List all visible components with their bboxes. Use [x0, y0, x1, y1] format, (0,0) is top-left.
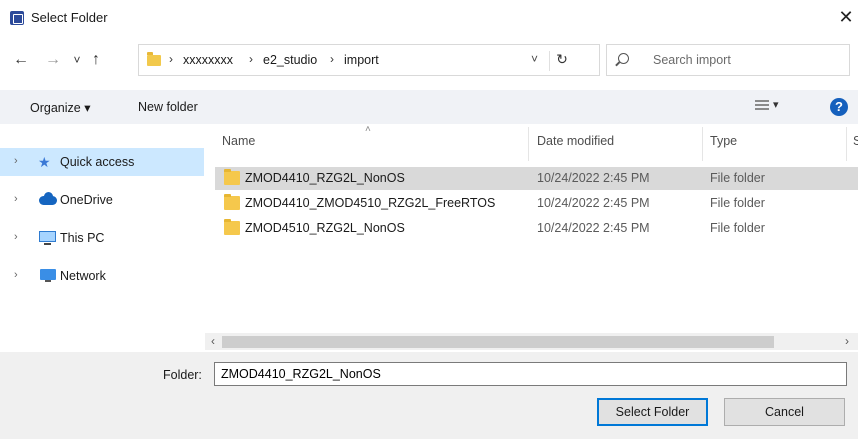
file-row[interactable]: ZMOD4410_ZMOD4510_RZG2L_FreeRTOS 10/24/2…	[215, 192, 858, 215]
folder-icon	[224, 194, 240, 210]
file-row[interactable]: ZMOD4510_RZG2L_NonOS 10/24/2022 2:45 PM …	[215, 217, 858, 240]
new-folder-button[interactable]: New folder	[138, 100, 198, 114]
up-button[interactable]: ↑	[87, 50, 105, 70]
column-header-size[interactable]: S	[853, 134, 858, 148]
search-placeholder[interactable]: Search import	[653, 53, 731, 67]
breadcrumb-separator[interactable]: ›	[249, 52, 253, 66]
column-divider[interactable]	[846, 127, 847, 161]
column-divider[interactable]	[528, 127, 529, 161]
footer-panel: Folder: Select Folder Cancel	[0, 352, 858, 439]
search-box[interactable]: Search import	[606, 44, 850, 76]
breadcrumb-separator[interactable]: ›	[330, 52, 334, 66]
column-header-date-modified[interactable]: Date modified	[537, 134, 614, 148]
address-bar[interactable]: › xxxxxxxx › e2_studio › import ˅ ↻	[138, 44, 600, 76]
cloud-icon	[39, 192, 57, 205]
scroll-right-button[interactable]: ›	[845, 333, 849, 350]
column-header-type[interactable]: Type	[710, 134, 737, 148]
search-icon	[618, 53, 629, 64]
scroll-thumb[interactable]	[222, 336, 774, 348]
forward-button[interactable]: →	[44, 50, 62, 70]
file-date-modified: 10/24/2022 2:45 PM	[537, 221, 650, 235]
star-icon: ★	[38, 154, 51, 170]
file-name: ZMOD4410_ZMOD4510_RZG2L_FreeRTOS	[245, 196, 496, 210]
cancel-button[interactable]: Cancel	[724, 398, 845, 426]
folder-icon	[224, 169, 240, 185]
file-name: ZMOD4510_RZG2L_NonOS	[245, 221, 405, 235]
toolbar: Organize ▾ New folder ▾ ?	[0, 90, 858, 124]
breadcrumb-import[interactable]: import	[344, 53, 379, 67]
organize-menu[interactable]: Organize ▾	[30, 100, 90, 115]
sidebar-item-onedrive[interactable]: › OneDrive	[0, 186, 204, 214]
chevron-right-icon[interactable]: ›	[14, 269, 18, 281]
view-options-icon[interactable]	[755, 99, 769, 112]
refresh-button[interactable]: ↻	[549, 51, 574, 71]
sort-ascending-icon: ˄	[365, 124, 371, 135]
sidebar-item-label: This PC	[60, 231, 105, 245]
chevron-right-icon[interactable]: ›	[14, 155, 18, 167]
computer-icon	[39, 231, 56, 245]
select-folder-button[interactable]: Select Folder	[597, 398, 708, 426]
folder-icon	[147, 52, 161, 66]
folder-name-input[interactable]	[214, 362, 847, 386]
app-icon	[10, 11, 24, 25]
back-button[interactable]: ←	[12, 50, 30, 70]
sidebar-item-label: OneDrive	[60, 193, 113, 207]
recent-locations-button[interactable]: ˅	[68, 50, 86, 70]
column-header-name[interactable]: Name	[222, 134, 255, 148]
file-type: File folder	[710, 171, 765, 185]
file-type: File folder	[710, 221, 765, 235]
breadcrumb-separator: ›	[169, 52, 173, 66]
chevron-right-icon[interactable]: ›	[14, 193, 18, 205]
scroll-left-button[interactable]: ‹	[205, 333, 221, 350]
breadcrumb-xxxxxxxx[interactable]: xxxxxxxx	[183, 53, 233, 67]
navigation-pane: › ★ Quick access › OneDrive › This PC › …	[0, 124, 205, 352]
address-dropdown-button[interactable]: ˅	[531, 52, 538, 66]
file-date-modified: 10/24/2022 2:45 PM	[537, 171, 650, 185]
horizontal-scrollbar[interactable]: ‹ ›	[205, 333, 858, 350]
file-name: ZMOD4410_RZG2L_NonOS	[245, 171, 405, 185]
view-options-dropdown[interactable]: ▾	[773, 98, 779, 111]
help-icon[interactable]: ?	[830, 98, 848, 116]
sidebar-item-this-pc[interactable]: › This PC	[0, 224, 204, 252]
window-title: Select Folder	[31, 10, 108, 25]
file-type: File folder	[710, 196, 765, 210]
sidebar-item-quick-access[interactable]: › ★ Quick access	[0, 148, 204, 176]
chevron-right-icon[interactable]: ›	[14, 231, 18, 243]
sidebar-item-network[interactable]: › Network	[0, 262, 204, 290]
title-bar: Select Folder ✕	[0, 0, 858, 34]
file-row[interactable]: ZMOD4410_RZG2L_NonOS 10/24/2022 2:45 PM …	[215, 167, 858, 190]
sidebar-item-label: Network	[60, 269, 106, 283]
sidebar-item-label: Quick access	[60, 155, 135, 169]
folder-icon	[224, 219, 240, 235]
folder-label: Folder:	[163, 368, 202, 382]
breadcrumb-e2-studio[interactable]: e2_studio	[263, 53, 317, 67]
file-date-modified: 10/24/2022 2:45 PM	[537, 196, 650, 210]
network-icon	[40, 269, 56, 282]
close-button[interactable]: ✕	[836, 6, 856, 28]
column-divider[interactable]	[702, 127, 703, 161]
